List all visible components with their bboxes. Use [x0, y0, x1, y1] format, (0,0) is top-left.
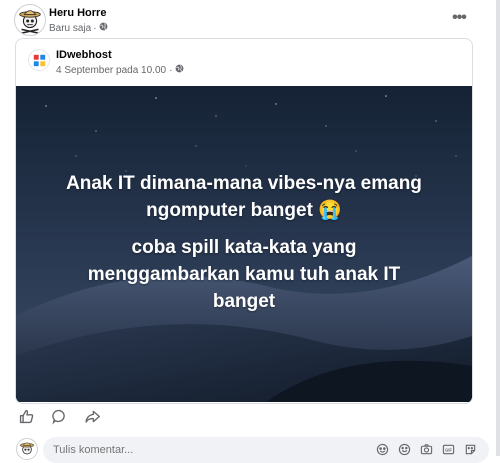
meta-separator: · [93, 22, 97, 34]
image-text-line: ngomputer banget 😭 [146, 200, 342, 221]
like-icon[interactable] [16, 406, 36, 426]
feed-post: Heru Horre Baru saja · ••• IDwebhost 4 S… [0, 0, 496, 463]
comment-tools: GIF [376, 443, 477, 456]
post-time[interactable]: Baru saja [49, 23, 91, 34]
sticker-icon[interactable] [376, 443, 389, 456]
author-name[interactable]: Heru Horre [49, 7, 106, 19]
image-text-line: Anak IT dimana-mana vibes-nya emang [66, 173, 422, 194]
window-edge [496, 0, 500, 456]
image-text-block-1: Anak IT dimana-mana vibes-nya emang ngom… [16, 170, 472, 224]
image-text-line: menggambarkan kamu tuh anak IT [87, 264, 401, 285]
avatar-sticker-icon[interactable] [464, 443, 477, 456]
image-text-line: coba spill kata-kata yang [131, 237, 357, 258]
comment-composer: GIF [16, 436, 489, 463]
share-icon[interactable] [82, 406, 102, 426]
shared-post-card[interactable]: IDwebhost 4 September pada 10.00 · Anak … [15, 38, 473, 404]
post-header: Heru Horre Baru saja · ••• [14, 4, 484, 36]
comment-box: GIF [43, 437, 489, 463]
globe-icon[interactable] [175, 64, 184, 76]
gif-icon[interactable]: GIF [442, 443, 455, 456]
svg-text:GIF: GIF [445, 448, 452, 453]
shared-post-date[interactable]: 4 September pada 10.00 [56, 65, 166, 76]
comment-input[interactable] [51, 443, 355, 457]
post-meta: Baru saja · [49, 22, 108, 34]
page-logo[interactable] [28, 49, 50, 71]
shared-post-meta: 4 September pada 10.00 · [56, 64, 184, 76]
image-text-block-2: coba spill kata-kata yang menggambarkan … [16, 234, 472, 315]
post-actions [16, 405, 102, 427]
emoji-icon[interactable] [398, 443, 411, 456]
shared-post-header: IDwebhost 4 September pada 10.00 · [16, 39, 472, 85]
comment-icon[interactable] [49, 406, 69, 426]
commenter-avatar[interactable] [16, 438, 38, 460]
more-options-button[interactable]: ••• [448, 7, 470, 29]
author-avatar[interactable] [14, 4, 46, 36]
page-name[interactable]: IDwebhost [56, 49, 112, 61]
meta-separator: · [169, 64, 173, 76]
camera-icon[interactable] [420, 443, 433, 456]
globe-icon[interactable] [99, 22, 108, 34]
image-text-line: banget [212, 291, 276, 312]
post-image[interactable]: Anak IT dimana-mana vibes-nya emang ngom… [16, 86, 472, 402]
